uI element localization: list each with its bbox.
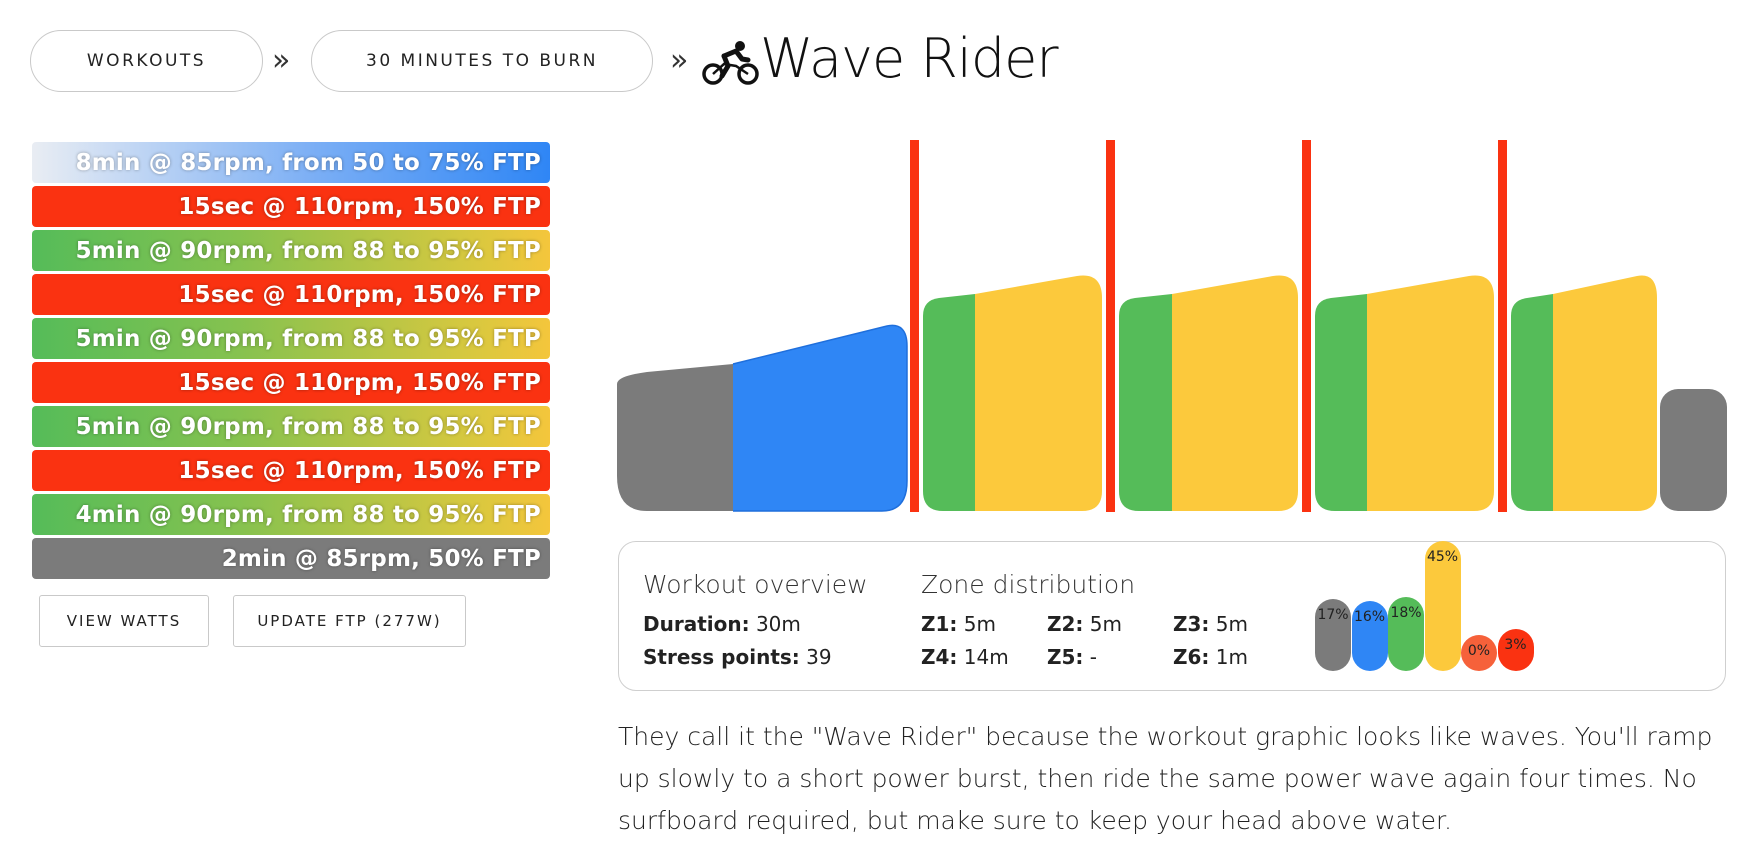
graph-wave — [1119, 275, 1298, 511]
workout-step: 5min @ 90rpm, from 88 to 95% FTP — [32, 406, 550, 447]
page-title: Wave Rider — [760, 27, 1059, 90]
breadcrumb-separator: » — [272, 43, 291, 78]
breadcrumb-separator: » — [670, 43, 689, 78]
workout-step: 15sec @ 110rpm, 150% FTP — [32, 362, 550, 403]
workout-step: 4min @ 90rpm, from 88 to 95% FTP — [32, 494, 550, 535]
breadcrumb-30-minutes-to-burn[interactable]: 30 MINUTES TO BURN — [311, 30, 653, 92]
graph-spike — [910, 140, 919, 512]
zone-item: Z4: 14m — [921, 645, 1009, 669]
graph-warmup-zone1 — [617, 364, 733, 511]
zone-item: Z3: 5m — [1173, 612, 1248, 636]
workout-step: 15sec @ 110rpm, 150% FTP — [32, 186, 550, 227]
graph-wave — [923, 275, 1102, 511]
zone-bar-percent: 3% — [1504, 636, 1527, 653]
graph-spike — [1498, 140, 1507, 512]
zone-item: Z5: - — [1047, 645, 1097, 669]
stress-label: Stress points: — [643, 645, 800, 669]
workout-step: 2min @ 85rpm, 50% FTP — [32, 538, 550, 579]
graph-spike — [1302, 140, 1311, 512]
duration-label: Duration: — [643, 612, 750, 636]
breadcrumb-workouts[interactable]: WORKOUTS — [30, 30, 263, 92]
graph-spike — [1106, 140, 1115, 512]
workout-step: 5min @ 90rpm, from 88 to 95% FTP — [32, 230, 550, 271]
overview-heading: Workout overview — [643, 570, 868, 599]
workout-description: They call it the "Wave Rider" because th… — [618, 722, 1713, 835]
workout-step: 8min @ 85rpm, from 50 to 75% FTP — [32, 142, 550, 183]
update-ftp-button[interactable]: UPDATE FTP (277W) — [233, 595, 466, 647]
duration-row: Duration: 30m — [643, 612, 801, 636]
zone-bar-percent: 18% — [1390, 605, 1422, 622]
zone-item: Z6: 1m — [1173, 645, 1248, 669]
duration-value: 30m — [755, 612, 801, 636]
workout-step: 5min @ 90rpm, from 88 to 95% FTP — [32, 318, 550, 359]
stress-row: Stress points: 39 — [643, 645, 832, 669]
graph-wave — [1511, 275, 1657, 511]
zone-bar-percent: 45% — [1426, 548, 1459, 565]
graph-cooldown — [1660, 389, 1727, 511]
view-watts-button[interactable]: VIEW WATTS — [39, 595, 209, 647]
workout-step: 15sec @ 110rpm, 150% FTP — [32, 450, 550, 491]
workout-power-graph — [617, 140, 1727, 512]
zone-item: Z2: 5m — [1047, 612, 1122, 636]
zone-item: Z1: 5m — [921, 612, 996, 636]
graph-wave — [1315, 275, 1494, 511]
graph-warmup-zone2 — [733, 325, 907, 511]
workout-step: 15sec @ 110rpm, 150% FTP — [32, 274, 550, 315]
stress-value: 39 — [806, 645, 832, 669]
cyclist-icon — [702, 41, 759, 85]
workout-step-list: 8min @ 85rpm, from 50 to 75% FTP 15sec @… — [32, 142, 550, 582]
zone-distribution-heading: Zone distribution — [921, 570, 1136, 599]
workout-overview-panel: Workout overview Duration: 30m Stress po… — [618, 540, 1726, 691]
